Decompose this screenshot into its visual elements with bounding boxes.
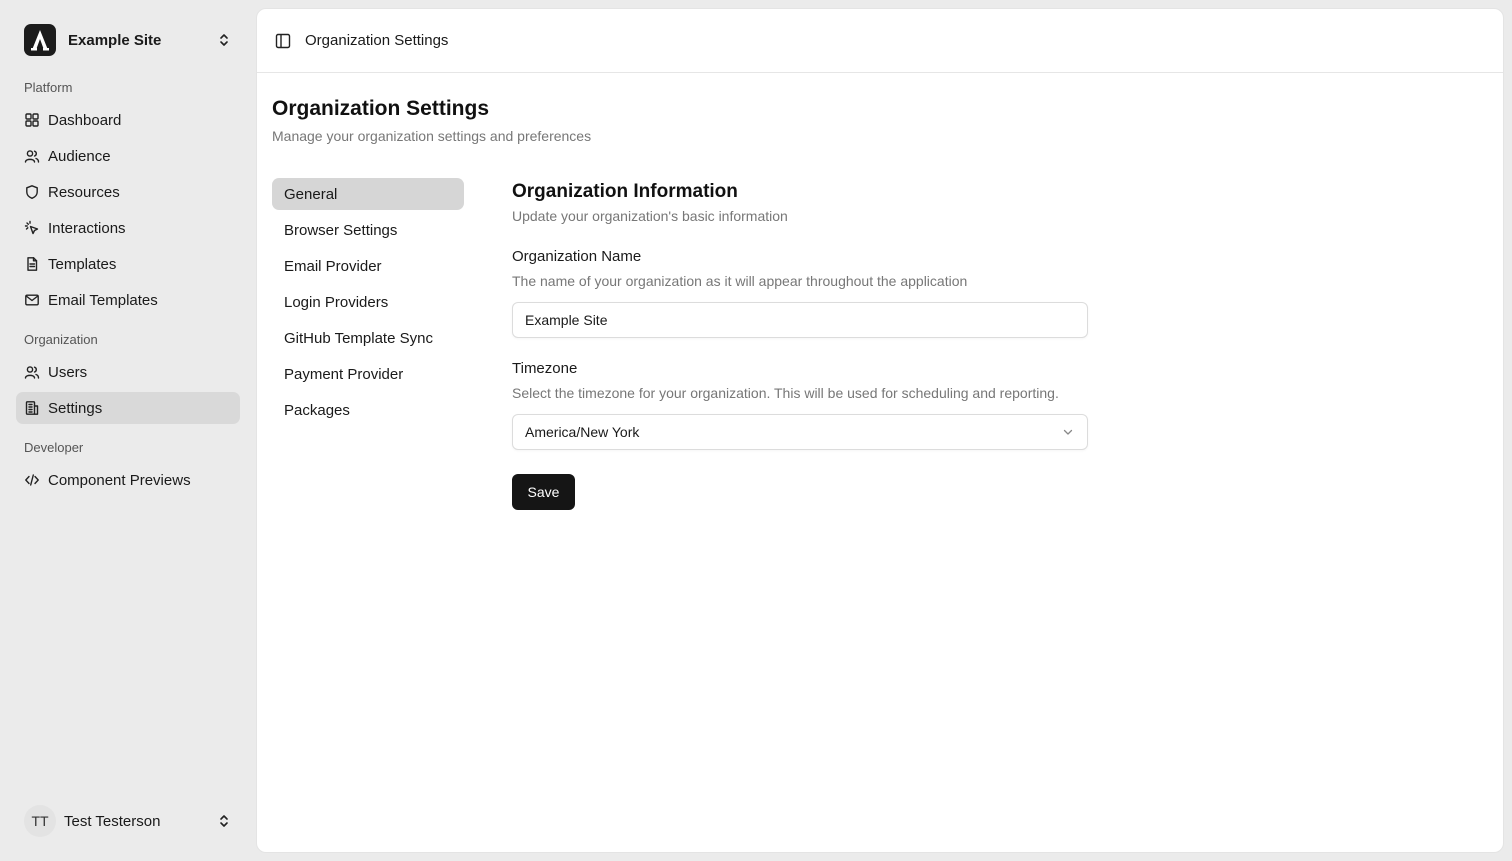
subnav-item-login-providers[interactable]: Login Providers: [272, 286, 464, 318]
sidebar-item-audience[interactable]: Audience: [16, 140, 240, 172]
chevron-down-icon: [1063, 429, 1073, 435]
subnav-item-email-provider[interactable]: Email Provider: [272, 250, 464, 282]
sidebar-item-label: Resources: [48, 183, 120, 201]
sidebar-toggle-icon: [275, 33, 291, 48]
topbar: Organization Settings: [257, 9, 1503, 73]
file-text-icon: [27, 257, 38, 271]
section-title: Organization Information: [512, 181, 738, 202]
sidebar-item-label: Interactions: [48, 219, 126, 237]
building-icon: [25, 401, 39, 415]
chevron-up-down-icon: [220, 815, 228, 827]
logo-a-icon: [31, 30, 49, 51]
breadcrumb: Organization Settings: [305, 32, 449, 49]
subnav-item-general[interactable]: General: [272, 178, 464, 210]
sidebar-item-label: Dashboard: [48, 111, 122, 129]
sidebar-item-label: Users: [48, 363, 88, 381]
subnav-item-payment-provider[interactable]: Payment Provider: [272, 358, 464, 390]
users-icon: [24, 366, 40, 379]
user-name: Test Testerson: [64, 812, 161, 830]
timezone-label: Timezone: [512, 360, 578, 377]
sidebar-item-label: Component Previews: [48, 471, 191, 489]
code-icon: [25, 474, 39, 486]
sidebar-item-interactions[interactable]: Interactions: [16, 212, 240, 244]
page-title: Organization Settings: [272, 97, 490, 120]
settings-subnav: General Browser Settings Email Provider …: [272, 178, 464, 430]
organization-info-form: Organization Information Update your org…: [512, 181, 1089, 510]
sidebar-item-label: Templates: [48, 255, 117, 273]
sidebar-item-component-previews[interactable]: Component Previews: [16, 464, 240, 496]
timezone-help: Select the timezone for your organizatio…: [512, 385, 1059, 401]
timezone-value: America/New York: [525, 424, 640, 440]
grid-icon: [25, 113, 39, 127]
shield-icon: [26, 185, 38, 199]
sidebar-item-users[interactable]: Users: [16, 356, 240, 388]
sidebar-toggle-button[interactable]: [274, 32, 292, 50]
section-subtitle: Update your organization's basic informa…: [512, 208, 788, 224]
org-name-help: The name of your organization as it will…: [512, 273, 968, 289]
sidebar-item-label: Email Templates: [48, 291, 158, 309]
subnav-item-packages[interactable]: Packages: [272, 394, 464, 426]
org-name-label: Organization Name: [512, 248, 642, 265]
main-panel: Organization Settings Organization Setti…: [256, 8, 1504, 853]
group-label-organization: Organization: [24, 332, 98, 347]
timezone-select[interactable]: America/New York: [512, 414, 1088, 450]
page-subtitle: Manage your organization settings and pr…: [272, 128, 592, 144]
pointer-click-icon: [24, 220, 39, 235]
org-switcher[interactable]: Example Site: [16, 16, 240, 64]
timezone-field-group: Timezone Select the timezone for your or…: [512, 360, 1089, 450]
users-icon: [24, 150, 40, 163]
org-logo: [24, 24, 56, 56]
user-switcher[interactable]: TT Test Testerson: [16, 800, 240, 842]
subnav-item-browser-settings[interactable]: Browser Settings: [272, 214, 464, 246]
sidebar-item-label: Audience: [48, 147, 111, 165]
sidebar: Example Site Platform Dashboard Audience…: [0, 0, 256, 861]
org-name-field-group: Organization Name The name of your organ…: [512, 248, 1089, 338]
group-label-developer: Developer: [24, 440, 84, 455]
sidebar-item-dashboard[interactable]: Dashboard: [16, 104, 240, 136]
mail-icon: [25, 294, 39, 306]
org-name-input[interactable]: [512, 302, 1088, 338]
sidebar-item-label: Settings: [48, 399, 103, 417]
sidebar-item-templates[interactable]: Templates: [16, 248, 240, 280]
sidebar-item-settings[interactable]: Settings: [16, 392, 240, 424]
chevron-up-down-icon: [220, 34, 228, 46]
sidebar-item-email-templates[interactable]: Email Templates: [16, 284, 240, 316]
avatar: TT: [24, 805, 56, 837]
save-button[interactable]: Save: [512, 474, 575, 510]
sidebar-item-resources[interactable]: Resources: [16, 176, 240, 208]
group-label-platform: Platform: [24, 80, 73, 95]
subnav-item-github-template-sync[interactable]: GitHub Template Sync: [272, 322, 464, 354]
org-name: Example Site: [68, 31, 162, 49]
